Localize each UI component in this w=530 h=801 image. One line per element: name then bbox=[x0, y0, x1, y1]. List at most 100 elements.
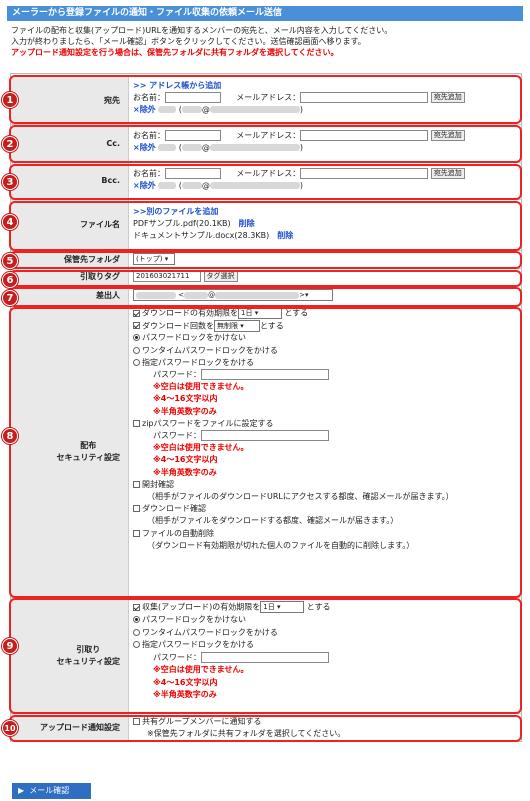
to-add-button[interactable]: 宛先追加 bbox=[430, 92, 465, 103]
to-name-label: お名前： bbox=[133, 93, 165, 102]
folder-label: 保管先フォルダ bbox=[11, 251, 129, 268]
collect-radio-no-lock[interactable] bbox=[133, 616, 140, 623]
addressbook-link[interactable]: >> アドレス帳から追加 bbox=[133, 80, 519, 92]
open-confirm-checkbox[interactable] bbox=[133, 480, 140, 488]
dist-password-input[interactable] bbox=[201, 369, 329, 381]
cc-remove-link[interactable]: ×除外 bbox=[133, 143, 156, 152]
redacted-domain bbox=[209, 144, 300, 151]
cc-name-input[interactable] bbox=[165, 130, 221, 141]
dl-count-select[interactable]: 無制限 ▾ bbox=[214, 319, 260, 332]
collect-expiry-select[interactable]: 1日 ▾ bbox=[260, 601, 305, 613]
bcc-remove-link[interactable]: ×除外 bbox=[133, 181, 156, 190]
dl-expiry-select[interactable]: 1日 ▾ bbox=[238, 307, 282, 319]
tag-label: 引取りタグ bbox=[11, 269, 129, 285]
step-marker-4: 4 bbox=[2, 214, 18, 230]
mail-confirm-label: メール確認 bbox=[29, 786, 70, 795]
files-label: ファイル名 bbox=[11, 200, 129, 250]
cc-close-paren: ) bbox=[299, 143, 304, 152]
dist-security-label: 配布 セキュリティ設定 bbox=[11, 306, 129, 597]
sender-select[interactable]: < @ >▾ bbox=[133, 289, 333, 301]
dl-count-checkbox[interactable] bbox=[133, 322, 140, 330]
file-name: PDFサンプル.pdf(20.1KB) bbox=[133, 219, 231, 228]
bcc-row: Bcc. お名前： メールアドレス： 宛先追加 ×除外 (@) bbox=[11, 163, 521, 200]
step-marker-3: 3 bbox=[2, 174, 18, 190]
tag-select-button[interactable]: タグ選択 bbox=[203, 271, 238, 282]
file-item: PDFサンプル.pdf(20.1KB) 削除 bbox=[133, 218, 519, 230]
to-name-input[interactable] bbox=[165, 92, 221, 103]
intro-text: ファイルの配布と収集(アップロード)URLを通知するメンバーの宛先と、メール内容… bbox=[11, 25, 521, 58]
bcc-name-label: お名前： bbox=[133, 169, 165, 178]
files-row: ファイル名 >>別のファイルを追加 PDFサンプル.pdf(20.1KB) 削除 … bbox=[11, 200, 521, 251]
collect-expiry-checkbox[interactable] bbox=[133, 603, 140, 611]
folder-select[interactable]: (トップ) ▾ bbox=[133, 253, 175, 265]
radio-onetime-lock[interactable] bbox=[133, 346, 140, 354]
to-remove-link[interactable]: ×除外 bbox=[133, 105, 156, 114]
cc-label: Cc. bbox=[11, 125, 129, 162]
bcc-name-input[interactable] bbox=[165, 168, 221, 179]
collect-radio-onetime-lock[interactable] bbox=[133, 628, 140, 636]
step-marker-6: 6 bbox=[2, 272, 18, 288]
cc-at: @ bbox=[201, 143, 210, 152]
intro-warning: アップロード通知設定を行う場合は、保管先フォルダに共有フォルダを選択してください… bbox=[11, 48, 339, 57]
step-marker-2: 2 bbox=[2, 136, 18, 152]
download-confirm-checkbox[interactable] bbox=[133, 505, 140, 513]
mail-form-table: 宛先 >> アドレス帳から追加 お名前： メールアドレス： 宛先追加 ×除外 (… bbox=[10, 73, 522, 742]
cc-row: Cc. お名前： メールアドレス： 宛先追加 ×除外 (@) bbox=[11, 125, 521, 163]
dl-expiry-checkbox[interactable] bbox=[133, 309, 140, 317]
redacted-user bbox=[181, 106, 202, 113]
redacted-user bbox=[181, 144, 202, 151]
collect-security-row: 引取り セキュリティ設定 収集(アップロード)の有効期限を 1日 ▾ とする パスワ… bbox=[11, 598, 521, 714]
intro-line-1: ファイルの配布と収集(アップロード)URLを通知するメンバーの宛先と、メール内容… bbox=[11, 26, 393, 35]
redacted-name bbox=[158, 182, 177, 189]
redacted-domain bbox=[209, 182, 300, 189]
bcc-add-button[interactable]: 宛先追加 bbox=[430, 168, 465, 179]
add-file-link[interactable]: >>別のファイルを追加 bbox=[133, 206, 519, 218]
radio-no-lock[interactable] bbox=[133, 334, 140, 342]
to-mail-label: メールアドレス： bbox=[236, 93, 301, 102]
file-name: ドキュメントサンプル.docx(28.3KB) bbox=[133, 231, 270, 240]
intro-line-2: 入力が終わりましたら、「メール確認」ボタンをクリックしてください。送信確認画面へ… bbox=[11, 37, 366, 46]
sender-row: 差出人 < @ >▾ bbox=[11, 286, 521, 306]
bcc-at: @ bbox=[201, 181, 210, 190]
to-label: 宛先 bbox=[11, 77, 129, 124]
zip-password-input[interactable] bbox=[201, 430, 329, 442]
zip-password-checkbox[interactable] bbox=[133, 419, 140, 427]
upload-notify-row: アップロード通知設定 共有グループメンバーに通知する ※保管先フォルダに共有フォ… bbox=[11, 714, 521, 742]
notify-shared-members-checkbox[interactable] bbox=[133, 718, 140, 725]
to-close-paren: ) bbox=[299, 105, 304, 114]
redacted-name bbox=[158, 144, 177, 151]
bcc-mail-input[interactable] bbox=[300, 168, 429, 179]
chevron-down-icon: ▾ bbox=[276, 603, 281, 611]
collect-security-label: 引取り セキュリティ設定 bbox=[11, 598, 129, 713]
collect-password-input[interactable] bbox=[201, 651, 329, 663]
dist-security-row: 配布 セキュリティ設定 ダウンロードの有効期限を 1日 ▾ とする ダウンロード回数… bbox=[11, 306, 521, 598]
cc-mail-label: メールアドレス： bbox=[236, 131, 301, 140]
bcc-mail-label: メールアドレス： bbox=[236, 169, 301, 178]
auto-delete-checkbox[interactable] bbox=[133, 529, 140, 537]
cc-mail-input[interactable] bbox=[300, 130, 429, 141]
step-marker-10: 10 bbox=[2, 720, 18, 736]
tag-input[interactable]: 201603021711 bbox=[133, 271, 201, 282]
file-item: ドキュメントサンプル.docx(28.3KB) 削除 bbox=[133, 230, 519, 242]
delete-file-link[interactable]: 削除 bbox=[277, 231, 293, 240]
mail-confirm-button[interactable]: ▶ メール確認 bbox=[12, 783, 91, 799]
to-row: 宛先 >> アドレス帳から追加 お名前： メールアドレス： 宛先追加 ×除外 (… bbox=[11, 77, 521, 125]
cc-add-button[interactable]: 宛先追加 bbox=[430, 130, 465, 141]
radio-fixed-lock[interactable] bbox=[133, 358, 140, 366]
delete-file-link[interactable]: 削除 bbox=[239, 219, 255, 228]
to-mail-input[interactable] bbox=[300, 92, 429, 103]
step-marker-5: 5 bbox=[2, 253, 18, 269]
collect-radio-fixed-lock[interactable] bbox=[133, 641, 140, 648]
redacted-name bbox=[158, 106, 177, 113]
chevron-down-icon: ▾ bbox=[164, 255, 169, 263]
cc-name-label: お名前： bbox=[133, 131, 165, 140]
step-marker-9: 9 bbox=[2, 638, 18, 654]
folder-row: 保管先フォルダ (トップ) ▾ bbox=[11, 251, 521, 269]
chevron-down-icon: ▾ bbox=[304, 291, 309, 299]
bcc-label: Bcc. bbox=[11, 163, 129, 199]
play-arrow-icon: ▶ bbox=[18, 786, 25, 795]
step-marker-8: 8 bbox=[2, 428, 18, 444]
redacted-domain bbox=[209, 106, 300, 113]
sender-label: 差出人 bbox=[11, 286, 129, 305]
to-at: @ bbox=[201, 105, 210, 114]
